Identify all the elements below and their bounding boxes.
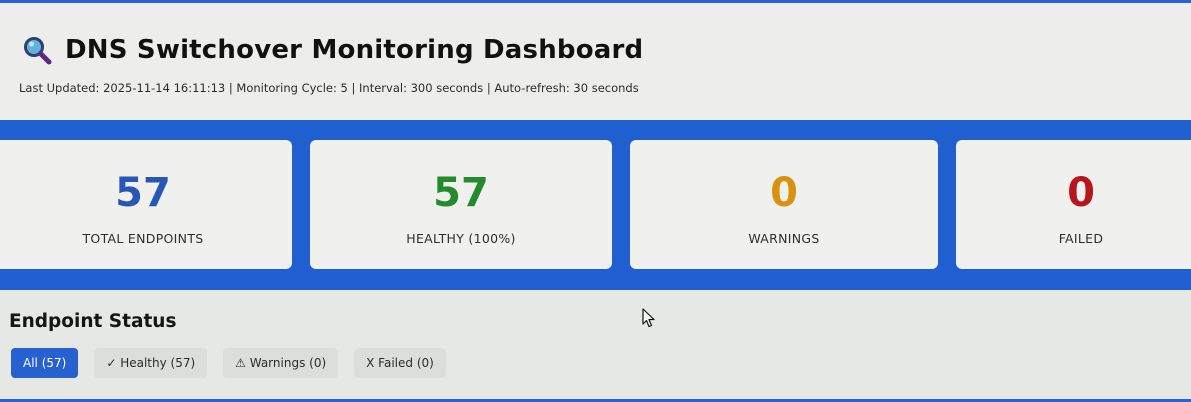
failed-label: FAILED (1058, 231, 1104, 246)
warnings-label: WARNINGS (748, 231, 820, 246)
dashboard-header: DNS Switchover Monitoring Dashboard Last… (0, 3, 1191, 120)
healthy-value: 57 (433, 170, 489, 216)
healthy-label: HEALTHY (100%) (406, 231, 516, 246)
total-endpoints-label: TOTAL ENDPOINTS (82, 231, 204, 246)
filter-healthy-button[interactable]: ✓ Healthy (57) (94, 348, 208, 378)
title-row: DNS Switchover Monitoring Dashboard (22, 35, 643, 65)
failed-value: 0 (1067, 170, 1095, 216)
total-endpoints-card: 57 TOTAL ENDPOINTS (0, 140, 292, 269)
page-title: DNS Switchover Monitoring Dashboard (65, 35, 644, 65)
filter-all-button[interactable]: All (57) (11, 348, 79, 378)
filter-failed-button[interactable]: X Failed (0) (354, 348, 446, 378)
filter-warnings-button[interactable]: ⚠ Warnings (0) (223, 348, 339, 378)
mouse-cursor-icon (642, 308, 655, 328)
warnings-value: 0 (770, 170, 798, 216)
warnings-card: 0 WARNINGS (630, 140, 938, 269)
healthy-card: 57 HEALTHY (100%) (310, 140, 612, 269)
failed-card: 0 FAILED (956, 140, 1191, 269)
magnifier-icon (22, 35, 52, 65)
total-endpoints-value: 57 (115, 170, 171, 216)
endpoint-status-section: Endpoint Status All (57) ✓ Healthy (57) … (0, 290, 1191, 402)
section-title: Endpoint Status (9, 311, 177, 332)
status-filter-bar: All (57) ✓ Healthy (57) ⚠ Warnings (0) X… (11, 348, 462, 378)
last-updated-info: Last Updated: 2025-11-14 16:11:13 | Moni… (19, 81, 639, 95)
